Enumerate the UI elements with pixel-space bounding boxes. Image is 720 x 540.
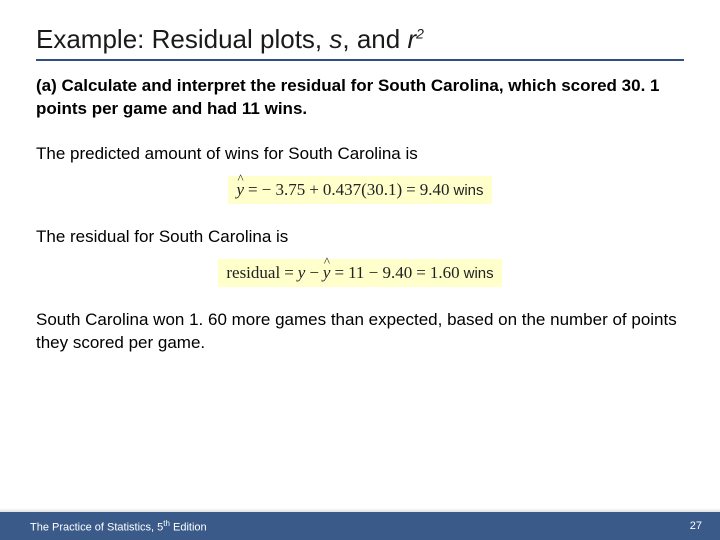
footer-book-suffix: Edition	[170, 521, 207, 533]
eq2-result: 1.60	[430, 263, 460, 282]
footer-bar: The Practice of Statistics, 5th Edition …	[0, 512, 720, 540]
eq2-unit: wins	[460, 265, 494, 282]
footer-page-number: 27	[690, 520, 702, 532]
footer-book: The Practice of Statistics, 5th Edition	[30, 519, 207, 534]
title-sep: , and	[342, 24, 407, 54]
eq1-b: 0.437(30.1)	[323, 180, 402, 199]
slide: Example: Residual plots, s, and r2 (a) C…	[0, 0, 720, 540]
equation-residual-wrap: residual=y−y=11 − 9.40=1.60wins	[36, 259, 684, 287]
footer-book-prefix: The Practice of Statistics, 5	[30, 521, 163, 533]
predicted-intro: The predicted amount of wins for South C…	[36, 143, 684, 166]
equation-predicted: y=− 3.75+0.437(30.1)=9.40wins	[228, 176, 491, 204]
title-var-r: r	[407, 24, 416, 54]
eq1-unit: wins	[449, 182, 483, 199]
title-exponent: 2	[416, 25, 424, 41]
conclusion-text: South Carolina won 1. 60 more games than…	[36, 309, 684, 355]
question-text: (a) Calculate and interpret the residual…	[36, 75, 684, 121]
eq1-a: − 3.75	[262, 180, 306, 199]
equation-residual: residual=y−y=11 − 9.40=1.60wins	[218, 259, 501, 287]
title-prefix: Example: Residual plots,	[36, 24, 329, 54]
footer-book-sup: th	[163, 519, 170, 528]
equation-predicted-wrap: y=− 3.75+0.437(30.1)=9.40wins	[36, 176, 684, 204]
eq1-result: 9.40	[420, 180, 450, 199]
title-var-s: s	[329, 24, 342, 54]
residual-intro: The residual for South Carolina is	[36, 226, 684, 249]
slide-title: Example: Residual plots, s, and r2	[36, 24, 684, 61]
eq2-label: residual	[226, 263, 280, 282]
eq2-num: 11 − 9.40	[348, 263, 412, 282]
